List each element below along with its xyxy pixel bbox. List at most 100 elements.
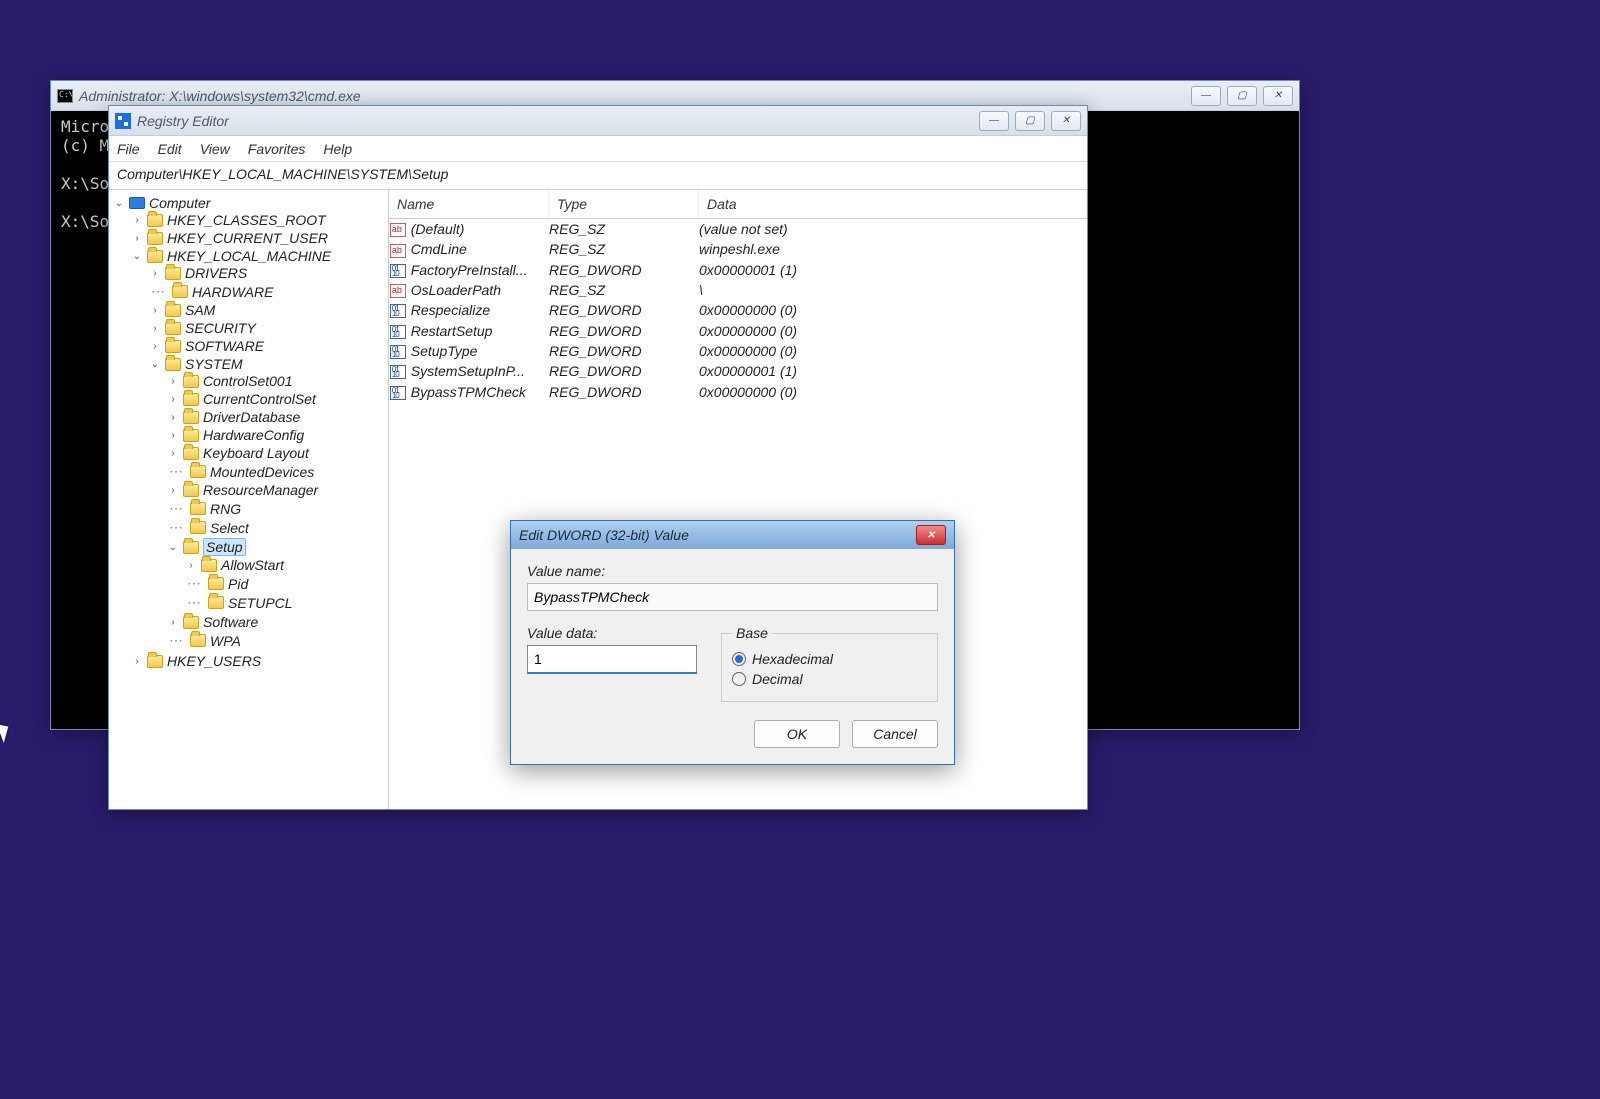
cmd-minimize-button[interactable]: — xyxy=(1191,86,1221,106)
tree-node-sam[interactable]: ›SAM xyxy=(149,302,388,318)
tree-node-software[interactable]: ›SOFTWARE xyxy=(149,338,388,354)
address-bar[interactable]: Computer\HKEY_LOCAL_MACHINE\SYSTEM\Setup xyxy=(109,162,1087,190)
folder-icon xyxy=(208,596,224,609)
folder-icon xyxy=(183,411,199,424)
radio-dec-label: Decimal xyxy=(752,671,803,687)
tree-node-system[interactable]: ⌄SYSTEM xyxy=(149,356,388,372)
ok-button[interactable]: OK xyxy=(754,720,840,748)
tree-node-hkey-local-machine[interactable]: ⌄HKEY_LOCAL_MACHINE xyxy=(131,248,388,264)
menu-view[interactable]: View xyxy=(200,141,230,157)
cmd-title: Administrator: X:\windows\system32\cmd.e… xyxy=(79,88,1191,104)
folder-icon xyxy=(183,541,199,554)
registry-tree[interactable]: ⌄Computer›HKEY_CLASSES_ROOT ›HKEY_CURRENT… xyxy=(109,190,389,809)
reg-dword-icon xyxy=(390,345,406,359)
value-row[interactable]: FactoryPreInstall...REG_DWORD0x00000001 … xyxy=(389,260,1087,280)
tree-node-software[interactable]: ›Software xyxy=(167,614,388,630)
reg-dword-icon xyxy=(390,325,406,339)
regedit-maximize-button[interactable]: ▢ xyxy=(1015,111,1045,131)
tree-node-hardwareconfig[interactable]: ›HardwareConfig xyxy=(167,427,388,443)
radio-hex-indicator xyxy=(732,652,746,666)
col-type[interactable]: Type xyxy=(549,190,699,218)
cancel-button[interactable]: Cancel xyxy=(852,720,938,748)
tree-node-setupcl[interactable]: ⋯SETUPCL xyxy=(185,594,388,611)
reg-sz-icon xyxy=(390,244,406,258)
edit-dword-dialog: Edit DWORD (32-bit) Value ✕ Value name: … xyxy=(510,520,955,765)
folder-icon xyxy=(183,375,199,388)
tree-node-hkey-users[interactable]: ›HKEY_USERS xyxy=(131,653,388,669)
tree-node-driverdatabase[interactable]: ›DriverDatabase xyxy=(167,409,388,425)
value-row[interactable]: RespecializeREG_DWORD0x00000000 (0) xyxy=(389,300,1087,320)
radio-decimal[interactable]: Decimal xyxy=(732,671,927,687)
folder-icon xyxy=(147,250,163,263)
dialog-close-button[interactable]: ✕ xyxy=(916,525,946,545)
tree-node-mounteddevices[interactable]: ⋯MountedDevices xyxy=(167,463,388,480)
folder-icon xyxy=(190,521,206,534)
dialog-title: Edit DWORD (32-bit) Value xyxy=(519,527,916,543)
radio-hexadecimal[interactable]: Hexadecimal xyxy=(732,651,927,667)
menu-edit[interactable]: Edit xyxy=(158,141,182,157)
folder-icon xyxy=(165,304,181,317)
tree-node-pid[interactable]: ⋯Pid xyxy=(185,575,388,592)
tree-node-hardware[interactable]: ⋯HARDWARE xyxy=(149,283,388,300)
col-name[interactable]: Name xyxy=(389,190,549,218)
folder-icon xyxy=(183,429,199,442)
reg-sz-icon xyxy=(390,223,406,237)
tree-node-keyboard-layout[interactable]: ›Keyboard Layout xyxy=(167,445,388,461)
folder-icon xyxy=(183,393,199,406)
base-group: Base Hexadecimal Decimal xyxy=(721,625,938,702)
value-row[interactable]: (Default)REG_SZ(value not set) xyxy=(389,219,1087,239)
menu-favorites[interactable]: Favorites xyxy=(248,141,306,157)
tree-node-security[interactable]: ›SECURITY xyxy=(149,320,388,336)
folder-icon xyxy=(190,465,206,478)
value-row[interactable]: OsLoaderPathREG_SZ\ xyxy=(389,280,1087,300)
base-legend: Base xyxy=(732,625,772,641)
value-data-label: Value data: xyxy=(527,625,697,641)
value-row[interactable]: SystemSetupInP...REG_DWORD0x00000001 (1) xyxy=(389,361,1087,381)
tree-node-drivers[interactable]: ›DRIVERS xyxy=(149,265,388,281)
folder-icon xyxy=(190,634,206,647)
folder-icon xyxy=(147,214,163,227)
value-row[interactable]: RestartSetupREG_DWORD0x00000000 (0) xyxy=(389,320,1087,340)
tree-node-hkey-classes-root[interactable]: ›HKEY_CLASSES_ROOT xyxy=(131,212,388,228)
dialog-titlebar[interactable]: Edit DWORD (32-bit) Value ✕ xyxy=(511,521,954,549)
regedit-titlebar[interactable]: Registry Editor — ▢ ✕ xyxy=(109,106,1087,136)
regedit-title: Registry Editor xyxy=(137,113,979,129)
radio-hex-label: Hexadecimal xyxy=(752,651,833,667)
cmd-icon xyxy=(57,89,73,103)
cmd-maximize-button[interactable]: ▢ xyxy=(1227,86,1257,106)
folder-icon xyxy=(183,484,199,497)
col-data[interactable]: Data xyxy=(699,190,1087,218)
radio-dec-indicator xyxy=(732,672,746,686)
reg-dword-icon xyxy=(390,386,406,400)
value-name-label: Value name: xyxy=(527,563,938,579)
tree-node-setup[interactable]: ⌄Setup xyxy=(167,538,388,556)
menu-file[interactable]: File xyxy=(117,141,140,157)
folder-icon xyxy=(183,447,199,460)
menubar: File Edit View Favorites Help xyxy=(109,136,1087,162)
values-list: (Default)REG_SZ(value not set)CmdLineREG… xyxy=(389,219,1087,402)
value-data-field[interactable] xyxy=(527,645,697,674)
folder-icon xyxy=(165,322,181,335)
tree-node-select[interactable]: ⋯Select xyxy=(167,519,388,536)
tree-root[interactable]: ⌄Computer xyxy=(113,195,388,211)
value-row[interactable]: CmdLineREG_SZwinpeshl.exe xyxy=(389,239,1087,259)
values-header[interactable]: Name Type Data xyxy=(389,190,1087,219)
reg-dword-icon xyxy=(390,365,406,379)
value-row[interactable]: BypassTPMCheckREG_DWORD0x00000000 (0) xyxy=(389,381,1087,401)
tree-node-currentcontrolset[interactable]: ›CurrentControlSet xyxy=(167,391,388,407)
cmd-close-button[interactable]: ✕ xyxy=(1263,86,1293,106)
folder-icon xyxy=(147,655,163,668)
tree-node-wpa[interactable]: ⋯WPA xyxy=(167,632,388,649)
value-name-field[interactable] xyxy=(527,583,938,611)
tree-node-allowstart[interactable]: ›AllowStart xyxy=(185,557,388,573)
tree-node-resourcemanager[interactable]: ›ResourceManager xyxy=(167,482,388,498)
menu-help[interactable]: Help xyxy=(323,141,352,157)
tree-node-hkey-current-user[interactable]: ›HKEY_CURRENT_USER xyxy=(131,230,388,246)
regedit-close-button[interactable]: ✕ xyxy=(1051,111,1081,131)
regedit-minimize-button[interactable]: — xyxy=(979,111,1009,131)
tree-node-controlset001[interactable]: ›ControlSet001 xyxy=(167,373,388,389)
folder-icon xyxy=(147,232,163,245)
tree-node-rng[interactable]: ⋯RNG xyxy=(167,500,388,517)
value-row[interactable]: SetupTypeREG_DWORD0x00000000 (0) xyxy=(389,341,1087,361)
folder-icon xyxy=(165,358,181,371)
